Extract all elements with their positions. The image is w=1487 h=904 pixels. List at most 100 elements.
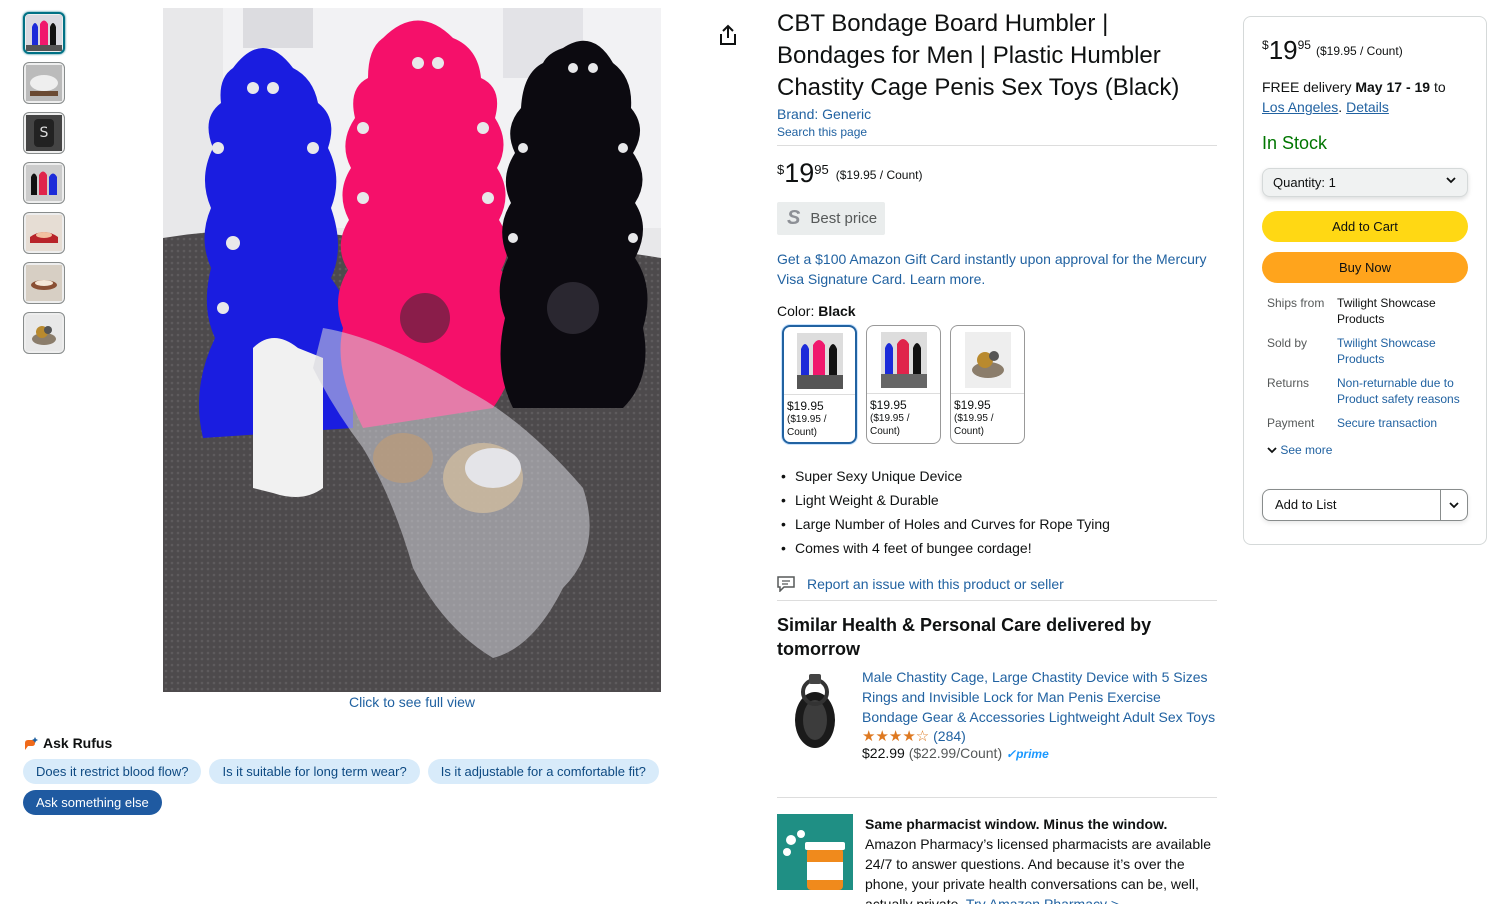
best-price-badge: S Best price [777, 202, 886, 235]
stock-status: In Stock [1262, 133, 1328, 153]
thumbnail-7[interactable] [23, 312, 65, 354]
price-whole: 19 [784, 158, 815, 188]
delivery-to: to [1430, 79, 1446, 95]
pharmacy-link[interactable]: Try Amazon Pharmacy > [966, 896, 1119, 904]
add-to-list-dropdown[interactable] [1441, 490, 1467, 520]
pink-blue-black-boards-icon [26, 15, 62, 51]
sold-by-label: Sold by [1267, 336, 1308, 350]
buybox-price-whole: 19 [1268, 35, 1298, 65]
feature-bullet: Comes with 4 feet of bungee cordage! [777, 536, 1217, 560]
payment-link[interactable]: Secure transaction [1337, 415, 1468, 431]
returns-link[interactable]: Non-returnable due to Product safety rea… [1337, 375, 1468, 407]
price-currency: $ [777, 162, 785, 177]
pill-bottle-icon [777, 814, 853, 890]
rufus-title: Ask Rufus [43, 735, 113, 751]
seller-info: Ships from Twilight Showcase Products So… [1262, 295, 1468, 431]
color-selector-label: Color: Black [777, 303, 1217, 319]
cage-on-stone-icon [26, 315, 62, 351]
report-issue-link[interactable]: Report an issue with this product or sel… [807, 576, 1064, 592]
rufus-chip-adjustable[interactable]: Is it adjustable for a comfortable fit? [427, 759, 659, 784]
quantity-value: Quantity: 1 [1273, 175, 1336, 190]
similar-heading: Similar Health & Personal Care delivered… [777, 615, 1152, 659]
buybox-price-unit: ($19.95 / Count) [1315, 44, 1403, 58]
see-more-label: See more [1280, 443, 1333, 457]
swatch-clear[interactable]: $19.95 ($19.95 / Count) [950, 325, 1025, 444]
buy-now-button[interactable]: Buy Now [1262, 252, 1468, 283]
rufus-icon [23, 736, 38, 750]
blue-red-black-boards-icon [880, 331, 927, 388]
thumbnail-4[interactable] [23, 162, 65, 204]
brand-link[interactable]: Brand: Generic [777, 106, 1217, 122]
delivery-info: FREE delivery May 17 - 19 to Los Angeles… [1262, 79, 1446, 115]
add-to-list-control: Add to List [1262, 489, 1468, 521]
swatch-unit: ($19.95 / Count) [870, 413, 910, 437]
sold-by-link[interactable]: Twilight Showcase Products [1337, 335, 1468, 367]
ask-something-else-button[interactable]: Ask something else [23, 790, 162, 815]
delivery-location-link[interactable]: Los Angeles [1262, 99, 1338, 115]
report-issue-row: Report an issue with this product or sel… [777, 576, 1217, 601]
color-label: Color: [777, 303, 819, 319]
svg-text:S: S [40, 125, 49, 141]
rufus-chip-blood-flow[interactable]: Does it restrict blood flow? [23, 759, 202, 784]
rating-stars-icon: ★★★★☆ [862, 728, 930, 745]
add-to-cart-button[interactable]: Add to Cart [1262, 211, 1468, 242]
similar-item[interactable]: Male Chastity Cage, Large Chastity Devic… [777, 667, 1217, 761]
report-flag-icon [777, 576, 795, 592]
board-s-logo-icon: S [26, 115, 62, 151]
full-view-link[interactable]: Click to see full view [163, 694, 661, 710]
price-fraction: 95 [814, 162, 829, 177]
quantity-select[interactable]: Quantity: 1 [1262, 168, 1468, 197]
similar-item-title[interactable]: Male Chastity Cage, Large Chastity Devic… [862, 667, 1217, 727]
price-per-unit: ($19.95 / Count) [835, 168, 923, 182]
feature-bullets: Super Sexy Unique Device Light Weight & … [777, 464, 1217, 560]
rufus-chip-long-term[interactable]: Is it suitable for long term wear? [209, 759, 420, 784]
divider [777, 797, 1217, 798]
swatch-blue[interactable]: $19.95 ($19.95 / Count) [866, 325, 941, 444]
pharmacy-ad[interactable]: Same pharmacist window. Minus the window… [777, 814, 1217, 904]
payment-label: Payment [1267, 416, 1315, 430]
cage-on-stone-icon [964, 331, 1011, 388]
swatch-price: $19.95 [954, 398, 991, 412]
thumbnail-2[interactable] [23, 62, 65, 104]
chevron-down-icon [1445, 174, 1457, 189]
rating-count[interactable]: (284) [933, 728, 966, 744]
search-this-page-text[interactable]: Search this page [777, 125, 867, 139]
see-more-toggle[interactable]: See more [1262, 443, 1468, 457]
swatch-price: $19.95 [870, 398, 907, 412]
pharmacy-body: Amazon Pharmacy’s licensed pharmacists a… [865, 836, 1212, 904]
returns-label: Returns [1267, 376, 1310, 390]
buy-box: $ 19 95 ($19.95 / Count) FREE delivery M… [1243, 16, 1487, 545]
thumbnail-3[interactable]: S [23, 112, 65, 154]
delivery-date: May 17 - 19 [1355, 79, 1431, 95]
delivery-prefix: FREE delivery [1262, 79, 1356, 95]
prime-check-icon: ✓ [1006, 747, 1017, 761]
similar-item-price: $22.99 [862, 745, 905, 761]
feature-bullet: Large Number of Holes and Curves for Rop… [777, 512, 1217, 536]
gift-card-promo-link[interactable]: Get a $100 Amazon Gift Card instantly up… [777, 249, 1217, 289]
thumbnail-6[interactable] [23, 262, 65, 304]
chevron-down-icon [1449, 502, 1459, 509]
similar-item-unit: ($22.99/Count) [908, 745, 1003, 761]
feature-bullet: Light Weight & Durable [777, 488, 1217, 512]
ships-from-label: Ships from [1267, 296, 1325, 310]
rufus-chip-list: Does it restrict blood flow? Is it suita… [23, 759, 683, 784]
search-this-page-link: Search this page [777, 125, 1217, 146]
add-to-list-button[interactable]: Add to List [1263, 490, 1441, 520]
feature-bullet: Super Sexy Unique Device [777, 464, 1217, 488]
board-on-bed-red-icon [26, 215, 62, 251]
product-in-use-icon [26, 65, 62, 101]
delivery-details-link[interactable]: Details [1346, 99, 1389, 115]
blue-red-black-boards-icon [26, 165, 62, 201]
board-in-hands-icon [26, 265, 62, 301]
swatch-black[interactable]: $19.95 ($19.95 / Count) [782, 325, 857, 444]
chastity-cage-icon [794, 674, 835, 748]
buybox-price: $ 19 95 ($19.95 / Count) [1262, 35, 1468, 65]
ask-rufus-section: Ask Rufus Does it restrict blood flow? I… [23, 735, 683, 815]
thumbnail-1[interactable] [23, 12, 65, 54]
thumbnail-5[interactable] [23, 212, 65, 254]
share-icon[interactable] [718, 24, 738, 46]
main-product-image[interactable] [163, 8, 661, 692]
swatch-unit: ($19.95 / Count) [787, 414, 827, 438]
chastity-cage-image[interactable] [777, 667, 852, 757]
ships-from-value: Twilight Showcase Products [1337, 296, 1436, 326]
